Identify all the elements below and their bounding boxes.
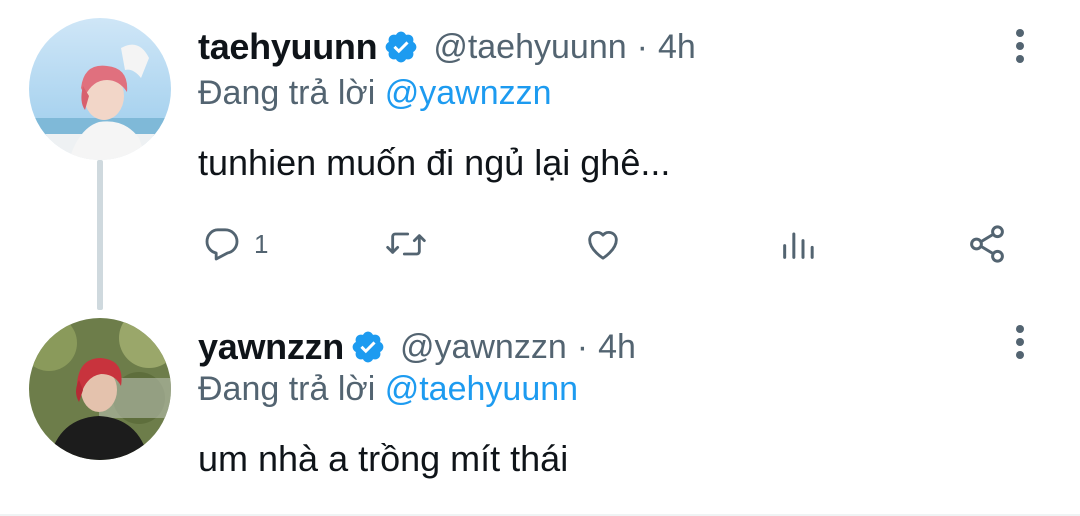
avatar[interactable] (29, 318, 171, 460)
tweet[interactable]: yawnzzn @yawnzzn · 4h Đang trả lời @taeh… (0, 300, 1080, 516)
share-button[interactable] (966, 220, 1008, 268)
replying-to: Đang trả lời @taehyuunn (198, 370, 578, 409)
separator-dot: · (576, 327, 589, 366)
retweet-icon (384, 224, 428, 264)
display-name[interactable]: taehyuunn (198, 26, 378, 68)
more-vertical-icon[interactable] (1008, 322, 1032, 362)
reply-mention-link[interactable]: @taehyuunn (385, 370, 578, 408)
reply-prefix: Đang trả lời (198, 370, 376, 408)
tweet-actions: 1 (198, 220, 1018, 268)
timestamp[interactable]: 4h (598, 328, 636, 367)
reply-count: 1 (254, 228, 269, 259)
tweet-text: um nhà a trồng mít thái (198, 438, 569, 479)
reply-button[interactable]: 1 (202, 220, 268, 268)
like-icon (582, 224, 624, 264)
separator-dot: · (636, 27, 648, 66)
tweet-header: yawnzzn @yawnzzn · 4h (198, 322, 636, 372)
avatar-image (29, 318, 171, 460)
avatar[interactable] (29, 18, 171, 160)
reply-mention-link[interactable]: @yawnzzn (385, 74, 552, 112)
verified-badge-icon (383, 29, 419, 65)
handle[interactable]: @taehyuunn (433, 28, 626, 67)
reply-icon (202, 224, 242, 264)
retweet-button[interactable] (384, 220, 428, 268)
replying-to: Đang trả lời @yawnzzn (198, 74, 552, 113)
tweet-header: taehyuunn @taehyuunn · 4h (198, 22, 696, 72)
verified-badge-icon (350, 329, 386, 365)
reply-prefix: Đang trả lời (198, 74, 376, 112)
display-name[interactable]: yawnzzn (198, 326, 344, 368)
more-vertical-icon[interactable] (1008, 26, 1032, 66)
share-icon (966, 223, 1008, 265)
analytics-icon (778, 224, 818, 264)
tweet-text: tunhien muốn đi ngủ lại ghê... (198, 142, 671, 183)
handle[interactable]: @yawnzzn (400, 328, 567, 367)
timestamp[interactable]: 4h (658, 28, 696, 67)
tweet[interactable]: taehyuunn @taehyuunn · 4h Đang trả lời @… (0, 0, 1080, 300)
avatar-image (29, 18, 171, 160)
like-button[interactable] (582, 220, 624, 268)
analytics-button[interactable] (778, 220, 818, 268)
